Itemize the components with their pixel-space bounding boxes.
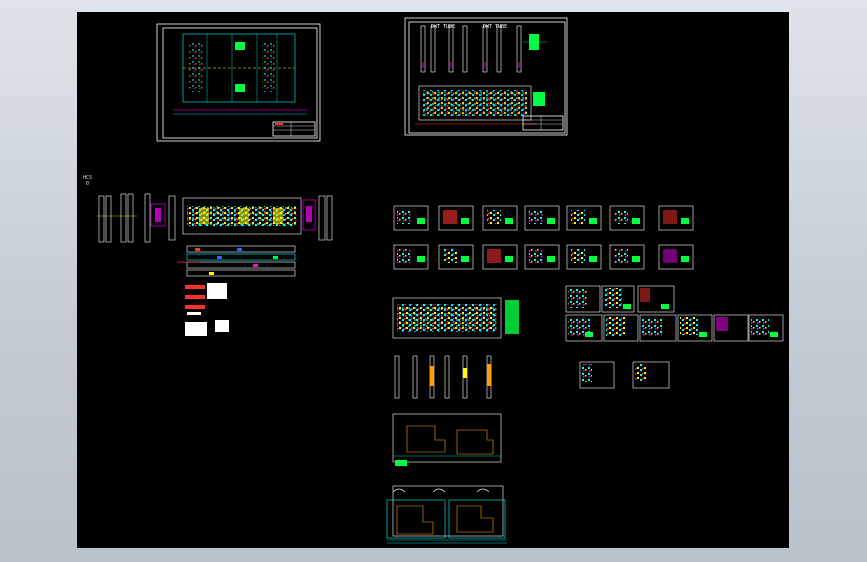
detail-cluster (565, 285, 784, 389)
legend-blocks (185, 283, 229, 336)
stamp-a: DWT TUBE (431, 24, 455, 30)
detail-row-1 (393, 205, 694, 231)
cad-model-space[interactable]: HCS 0 DWT TUBE DWT TUBE (77, 12, 789, 548)
assembly-elevation (97, 193, 333, 277)
detail-cluster-fill (568, 288, 778, 382)
stamp-b: DWT TUBE (483, 24, 507, 30)
detail-row-2 (393, 244, 694, 270)
plan-view-2 (386, 485, 507, 544)
detail-row-1-fill (397, 210, 689, 224)
cad-drawing: DWT TUBE DWT TUBE (97, 17, 784, 544)
vertical-sections (394, 355, 492, 399)
plan-view-1 (392, 413, 502, 466)
detail-row-2-fill (397, 249, 689, 263)
drawing-sheet-2: DWT TUBE DWT TUBE (404, 17, 568, 136)
assembly-strip (392, 297, 519, 339)
drawing-sheet-1 (156, 23, 321, 142)
